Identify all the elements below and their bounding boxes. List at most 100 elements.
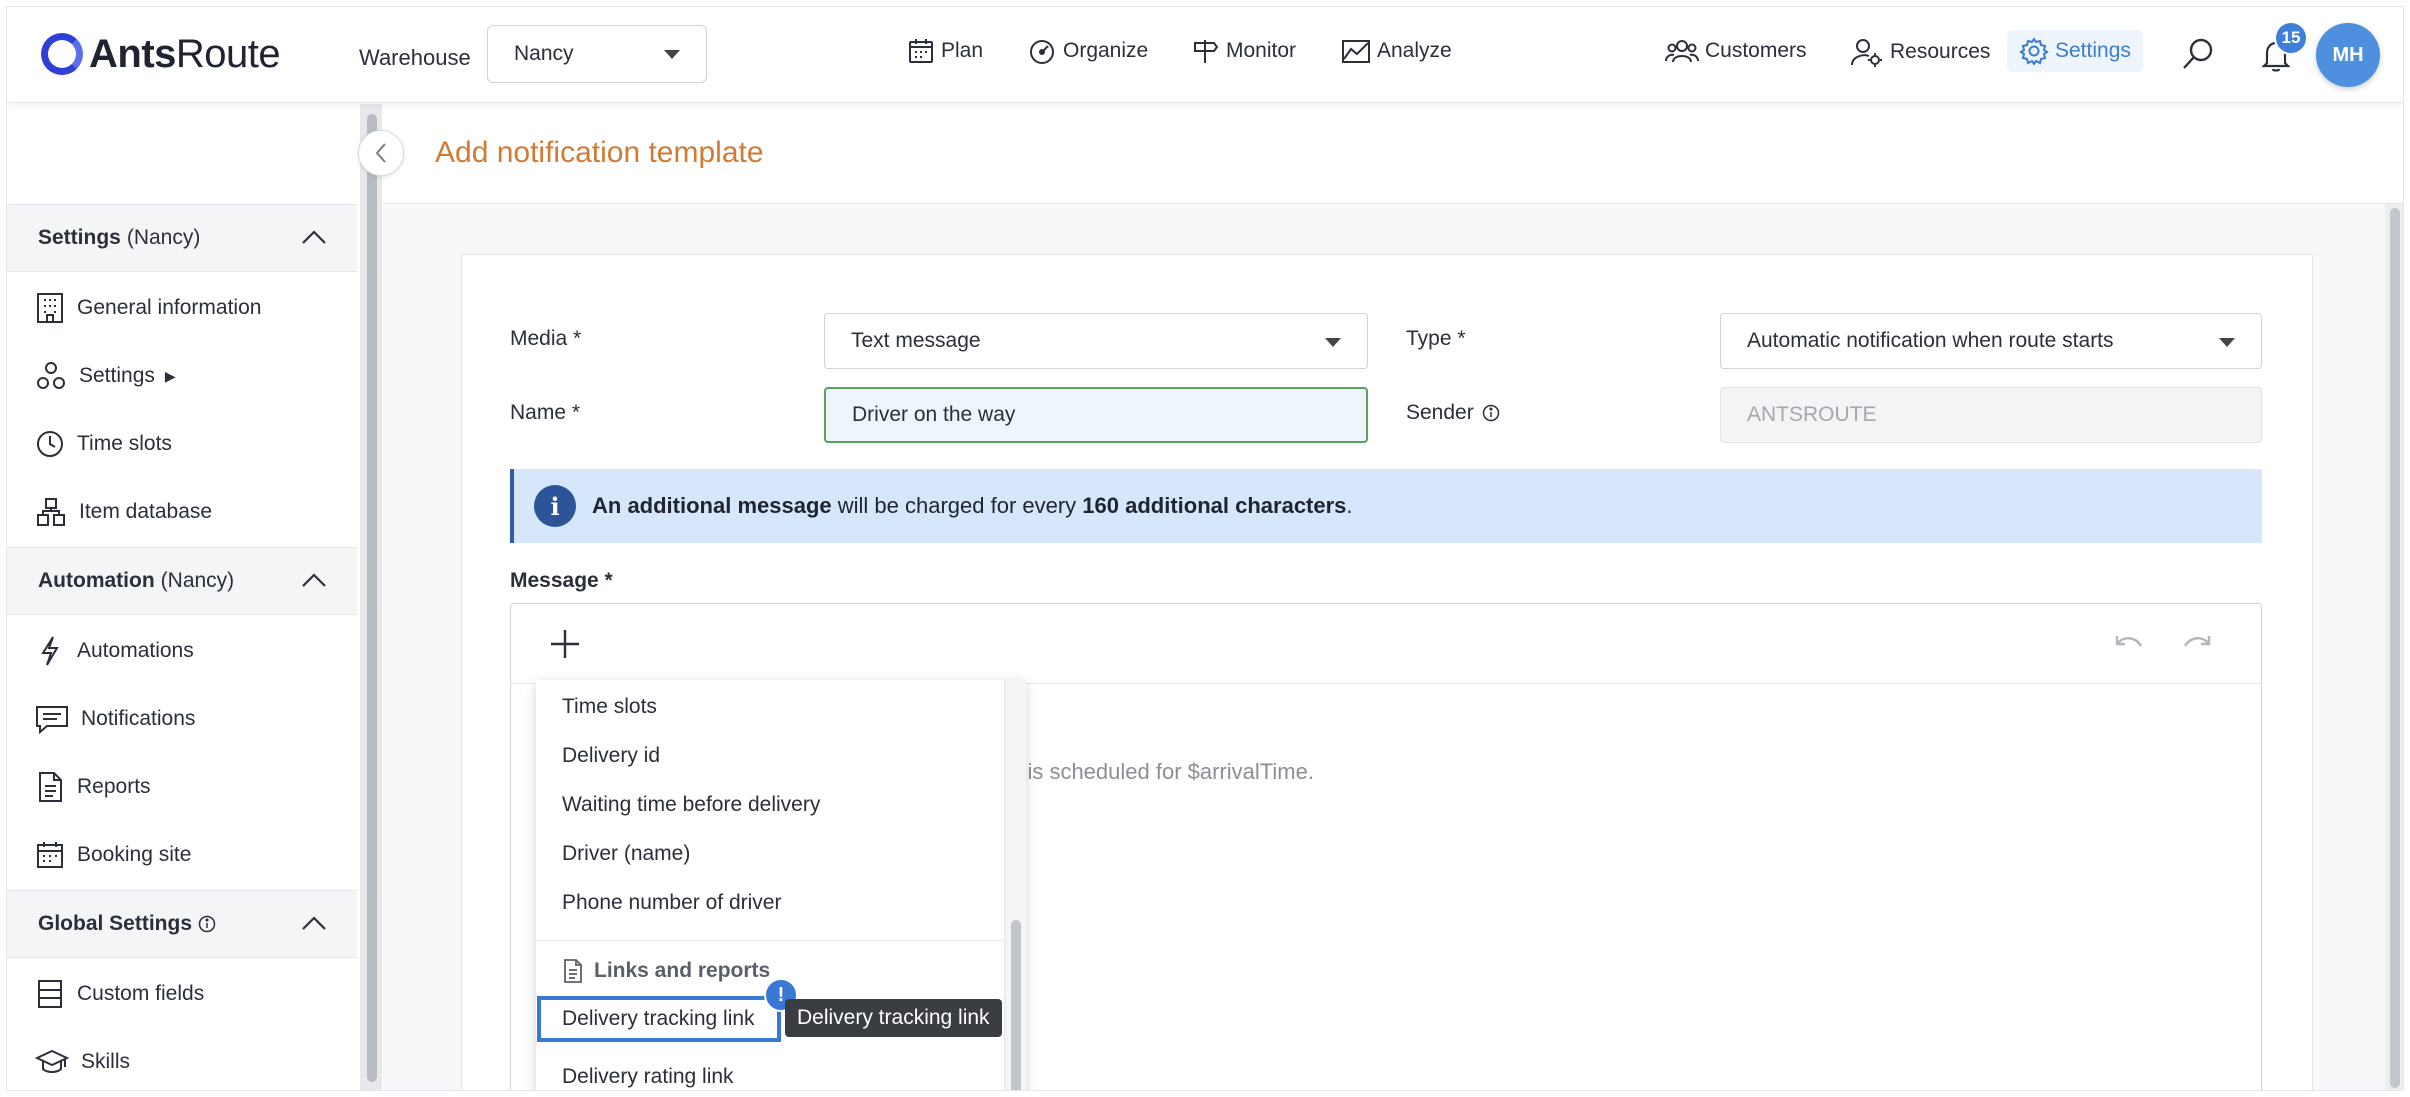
building-icon bbox=[37, 293, 63, 323]
caret-right-icon: ▶ bbox=[164, 367, 176, 384]
sidebar-item-notifications[interactable]: Notifications bbox=[7, 685, 357, 753]
sidebar-item-label: Custom fields bbox=[77, 982, 205, 1005]
document-icon bbox=[564, 959, 582, 983]
collapse-sidebar-button[interactable] bbox=[358, 130, 404, 176]
dropdown-group-label: Links and reports bbox=[594, 959, 771, 982]
chevron-up-icon[interactable] bbox=[301, 915, 327, 931]
sidebar-section-settings[interactable]: Settings (Nancy) bbox=[7, 204, 357, 272]
sidebar-item-label: Automations bbox=[77, 639, 194, 662]
nav-monitor-label: Monitor bbox=[1226, 39, 1297, 62]
sidebar-item-label: Time slots bbox=[77, 432, 172, 455]
undo-icon[interactable] bbox=[2113, 632, 2145, 656]
sidebar-section-global-settings[interactable]: Global Settings bbox=[7, 890, 357, 958]
info-icon[interactable] bbox=[1482, 404, 1500, 422]
nav-organize[interactable]: Organize bbox=[1027, 37, 1148, 65]
user-gear-icon bbox=[1851, 39, 1882, 67]
graduation-cap-icon bbox=[35, 1049, 69, 1073]
sidebar-section-title: Settings bbox=[38, 226, 121, 249]
dropdown-option-delivery-tracking-link[interactable]: Delivery tracking link bbox=[537, 996, 781, 1042]
notification-count-badge: 15 bbox=[2274, 21, 2308, 55]
editor-toolbar bbox=[511, 604, 2261, 684]
nav-settings[interactable]: Settings bbox=[2007, 30, 2143, 72]
dropdown-group-links-and-reports: Links and reports bbox=[562, 958, 770, 984]
redo-icon[interactable] bbox=[2181, 632, 2213, 656]
chevron-up-icon[interactable] bbox=[301, 229, 327, 245]
scrollbar-thumb[interactable] bbox=[2390, 208, 2400, 1088]
gear-icon bbox=[2019, 37, 2049, 66]
sidebar-item-skills[interactable]: Skills bbox=[7, 1028, 357, 1090]
sidebar-item-general-information[interactable]: General information bbox=[7, 274, 357, 342]
main-scrollbar[interactable] bbox=[2385, 204, 2403, 1090]
dropdown-option[interactable]: Delivery rating link bbox=[562, 1065, 734, 1089]
lightning-icon bbox=[41, 636, 59, 666]
type-label: Type * bbox=[1406, 327, 1466, 350]
nav-customers[interactable]: Customers bbox=[1665, 37, 1807, 65]
sidebar-item-settings[interactable]: Settings ▶ bbox=[7, 342, 357, 410]
nav-organize-label: Organize bbox=[1063, 39, 1149, 62]
name-input[interactable]: Driver on the way bbox=[824, 387, 1368, 443]
dropdown-option[interactable]: Waiting time before delivery bbox=[562, 793, 820, 817]
search-button[interactable] bbox=[2181, 37, 2215, 76]
sidebar: Settings (Nancy) General information Set… bbox=[7, 104, 357, 1090]
sidebar-item-label: Reports bbox=[77, 775, 151, 798]
media-select[interactable]: Text message bbox=[824, 313, 1368, 369]
sidebar-item-automations[interactable]: Automations bbox=[7, 617, 357, 685]
sidebar-item-label: Booking site bbox=[77, 843, 192, 866]
app-window: AntsRoute Warehouse Nancy Plan Organize … bbox=[6, 6, 2404, 1091]
chevron-up-icon[interactable] bbox=[301, 572, 327, 588]
chevron-left-icon bbox=[375, 143, 386, 163]
boxes-icon bbox=[37, 498, 65, 526]
banner-text: An additional message will be charged fo… bbox=[592, 493, 1353, 518]
nav-monitor[interactable]: Monitor bbox=[1190, 37, 1296, 65]
clock-icon bbox=[37, 431, 63, 457]
sidebar-scrollbar[interactable] bbox=[360, 104, 382, 1090]
caret-down-icon bbox=[664, 50, 680, 59]
name-label: Name * bbox=[510, 401, 581, 424]
tooltip: Delivery tracking link bbox=[785, 999, 1002, 1037]
sidebar-item-booking-site[interactable]: Booking site bbox=[7, 821, 357, 889]
gauge-icon bbox=[1030, 40, 1054, 64]
sender-label-group: Sender bbox=[1406, 401, 1500, 425]
nav-resources-label: Resources bbox=[1890, 40, 1991, 63]
warehouse-select[interactable]: Nancy bbox=[487, 25, 707, 83]
sidebar-section-scope: (Nancy) bbox=[160, 569, 235, 592]
info-icon: i bbox=[534, 485, 576, 527]
avatar[interactable]: MH bbox=[2316, 23, 2380, 87]
sidebar-item-label: Settings bbox=[79, 364, 155, 387]
signpost-icon bbox=[1194, 40, 1219, 63]
message-text: ry is scheduled for $arrivalTime. bbox=[1003, 759, 1314, 784]
dropdown-option[interactable]: Delivery id bbox=[562, 744, 660, 768]
dropdown-scrollbar[interactable] bbox=[1004, 680, 1026, 1090]
antsroute-logo[interactable]: AntsRoute bbox=[41, 29, 281, 79]
nav-resources[interactable]: Resources bbox=[1850, 37, 1990, 67]
page-header: Add notification template bbox=[383, 104, 2403, 204]
sidebar-section-automation[interactable]: Automation (Nancy) bbox=[7, 547, 357, 615]
sidebar-item-time-slots[interactable]: Time slots bbox=[7, 410, 357, 478]
sidebar-section-title: Automation bbox=[38, 569, 155, 592]
nav-settings-label: Settings bbox=[2055, 39, 2131, 62]
type-select[interactable]: Automatic notification when route starts bbox=[1720, 313, 2262, 369]
scrollbar-thumb[interactable] bbox=[1011, 920, 1021, 1090]
nav-analyze[interactable]: Analyze bbox=[1341, 37, 1452, 65]
plus-icon[interactable] bbox=[549, 628, 581, 660]
sidebar-section-title: Global Settings bbox=[38, 912, 193, 935]
dropdown-option[interactable]: Phone number of driver bbox=[562, 891, 781, 915]
scrollbar-thumb[interactable] bbox=[367, 114, 377, 1082]
sidebar-item-item-database[interactable]: Item database bbox=[7, 478, 357, 546]
name-value: Driver on the way bbox=[852, 403, 1016, 426]
message-label: Message * bbox=[510, 569, 613, 592]
top-bar: AntsRoute Warehouse Nancy Plan Organize … bbox=[7, 7, 2403, 103]
nav-plan[interactable]: Plan bbox=[907, 37, 983, 65]
gears-icon bbox=[37, 362, 65, 389]
sidebar-item-custom-fields[interactable]: Custom fields bbox=[7, 960, 357, 1028]
document-icon bbox=[39, 772, 62, 802]
warehouse-label: Warehouse bbox=[359, 45, 471, 70]
dropdown-option[interactable]: Time slots bbox=[562, 695, 657, 719]
sidebar-item-label: Notifications bbox=[81, 707, 196, 730]
sidebar-item-reports[interactable]: Reports bbox=[7, 753, 357, 821]
dropdown-option[interactable]: Driver (name) bbox=[562, 842, 690, 866]
list-box-icon bbox=[38, 980, 62, 1008]
sidebar-section-scope: (Nancy) bbox=[126, 226, 201, 249]
calendar-icon bbox=[37, 842, 63, 868]
users-icon bbox=[1665, 40, 1699, 63]
